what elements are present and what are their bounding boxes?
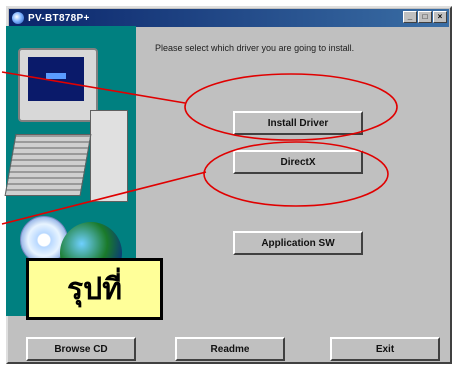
title-bar[interactable]: PV-BT878P+ _ □ × [9, 9, 449, 27]
install-driver-button[interactable]: Install Driver [233, 111, 363, 135]
monitor-screen [28, 57, 84, 101]
computer-tower-icon [90, 110, 128, 202]
browse-cd-button[interactable]: Browse CD [26, 337, 136, 361]
close-button[interactable]: × [433, 11, 447, 23]
computer-icon [18, 48, 98, 122]
app-icon [12, 12, 24, 24]
application-sw-button[interactable]: Application SW [233, 231, 363, 255]
readme-button[interactable]: Readme [175, 337, 285, 361]
callout-label: รุปที่ [26, 258, 163, 320]
exit-button[interactable]: Exit [330, 337, 440, 361]
minimize-button[interactable]: _ [403, 11, 417, 23]
directx-button[interactable]: DirectX [233, 150, 363, 174]
window-title: PV-BT878P+ [28, 12, 90, 24]
maximize-button[interactable]: □ [418, 11, 432, 23]
window-controls: _ □ × [403, 11, 447, 23]
instruction-text: Please select which driver you are going… [155, 43, 355, 53]
keyboard-icon [4, 134, 92, 196]
